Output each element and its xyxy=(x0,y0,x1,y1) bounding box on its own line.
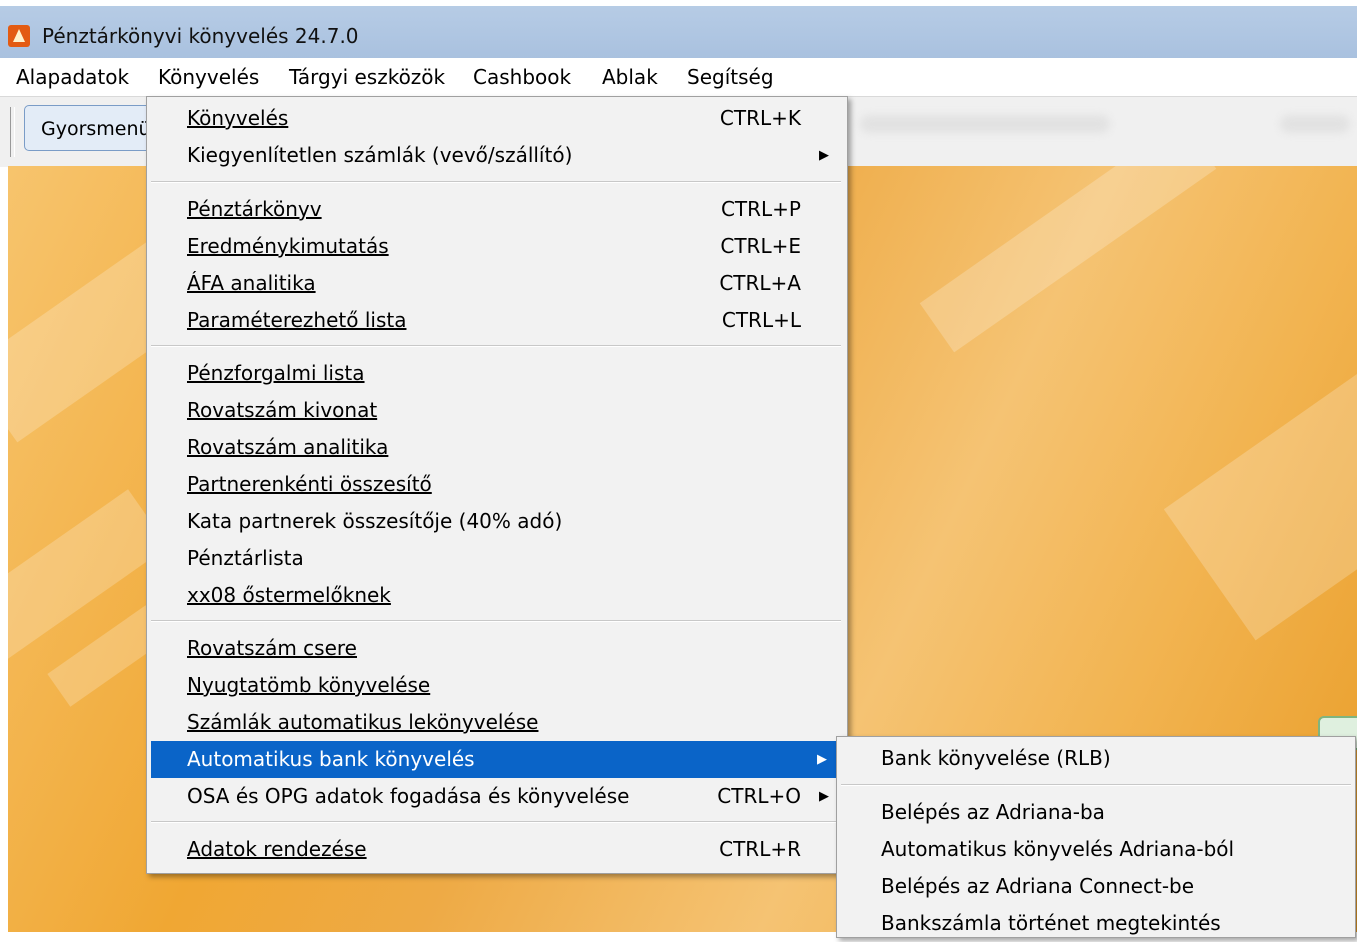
menu-alapadatok[interactable]: Alapadatok xyxy=(16,58,129,96)
menu-item-label: Rovatszám kivonat xyxy=(187,398,378,422)
menu-item-osa-opg[interactable]: OSA és OPG adatok fogadása és könyvelése… xyxy=(147,778,847,815)
toolbar-grip[interactable] xyxy=(10,107,15,157)
menu-separator xyxy=(151,181,841,183)
window-title: Pénztárkönyvi könyvelés 24.7.0 xyxy=(42,24,359,48)
menu-item-kiegyenlitetlen[interactable]: Kiegyenlítetlen számlák (vevő/szállító) ▶ xyxy=(147,137,847,174)
menu-konyveles[interactable]: Könyvelés xyxy=(158,58,259,96)
menu-item-automatikus-bank-konyveles[interactable]: Automatikus bank könyvelés ▶ xyxy=(151,741,841,778)
menu-item-konyveles[interactable]: Könyvelés CTRL+K xyxy=(147,100,847,137)
menu-item-label: Nyugtatömb könyvelése xyxy=(187,673,431,697)
menu-item-penztarlista[interactable]: Pénztárlista xyxy=(147,540,847,577)
shortcut-label: CTRL+R xyxy=(719,837,801,861)
menu-item-label: Partnerenkénti összesítő xyxy=(187,472,432,496)
submenu-arrow-icon: ▶ xyxy=(817,752,827,767)
menu-item-rovatszam-kivonat[interactable]: Rovatszám kivonat xyxy=(147,392,847,429)
menu-item-label: Belépés az Adriana Connect-be xyxy=(881,874,1195,898)
menu-item-label: Adatok rendezése xyxy=(187,837,367,861)
shortcut-label: CTRL+K xyxy=(719,106,801,130)
menu-item-label: Kiegyenlítetlen számlák (vevő/szállító) xyxy=(187,143,573,167)
menu-segitseg[interactable]: Segítség xyxy=(687,58,774,96)
menu-item-label: Rovatszám csere xyxy=(187,636,357,660)
shortcut-label: CTRL+L xyxy=(721,308,801,332)
toolbar-blurred-item xyxy=(860,115,1110,133)
background-decoration xyxy=(1163,371,1357,641)
menu-separator xyxy=(841,784,1351,786)
menu-item-penzforgalmi-lista[interactable]: Pénzforgalmi lista xyxy=(147,355,847,392)
menu-item-label: Pénztárkönyv xyxy=(187,197,322,221)
menu-bar: Alapadatok Könyvelés Tárgyi eszközök Cas… xyxy=(0,58,1357,96)
menu-item-label: Paraméterezhető lista xyxy=(187,308,407,332)
shortcut-label: CTRL+E xyxy=(720,234,801,258)
menu-item-label: Pénzforgalmi lista xyxy=(187,361,365,385)
menu-item-label: ÁFA analitika xyxy=(187,271,316,295)
app-logo-icon xyxy=(8,25,30,47)
menu-item-xx08-ostermeloknek[interactable]: xx08 őstermelőknek xyxy=(147,577,847,614)
menu-item-label: xx08 őstermelőknek xyxy=(187,583,391,607)
menu-item-label: Bank könyvelése (RLB) xyxy=(881,746,1111,770)
menu-item-label: Számlák automatikus lekönyvelése xyxy=(187,710,539,734)
menu-item-kata-partnerek[interactable]: Kata partnerek összesítője (40% adó) xyxy=(147,503,847,540)
background-decoration xyxy=(919,166,1217,353)
menu-item-label: Pénztárlista xyxy=(187,546,304,570)
quick-menu-button[interactable]: Gyorsmenü xyxy=(24,105,164,151)
shortcut-label: CTRL+O xyxy=(717,784,801,808)
title-bar: Pénztárkönyvi könyvelés 24.7.0 xyxy=(0,0,1357,58)
menu-item-bank-konyvelese-rlb[interactable]: Bank könyvelése (RLB) xyxy=(837,740,1355,777)
menu-item-belepes-adriana[interactable]: Belépés az Adriana-ba xyxy=(837,794,1355,831)
menu-separator xyxy=(151,620,841,622)
menu-item-label: Kata partnerek összesítője (40% adó) xyxy=(187,509,563,533)
toolbar-blurred-item xyxy=(1280,115,1350,133)
menu-item-parameterezheto-lista[interactable]: Paraméterezhető lista CTRL+L xyxy=(147,302,847,339)
menu-item-partnerenkenti-osszesito[interactable]: Partnerenkénti összesítő xyxy=(147,466,847,503)
menu-item-nyugtatomb-konyvelese[interactable]: Nyugtatömb könyvelése xyxy=(147,667,847,704)
menu-item-rovatszam-csere[interactable]: Rovatszám csere xyxy=(147,630,847,667)
konyveles-dropdown: Könyvelés CTRL+K Kiegyenlítetlen számlák … xyxy=(146,96,848,874)
submenu-arrow-icon: ▶ xyxy=(819,148,829,163)
menu-item-label: Automatikus bank könyvelés xyxy=(187,747,475,771)
menu-item-label: OSA és OPG adatok fogadása és könyvelése xyxy=(187,784,630,808)
menu-item-penztarkonyv[interactable]: Pénztárkönyv CTRL+P xyxy=(147,191,847,228)
menu-ablak[interactable]: Ablak xyxy=(602,58,658,96)
menu-item-afa-analitika[interactable]: ÁFA analitika CTRL+A xyxy=(147,265,847,302)
menu-item-rovatszam-analitika[interactable]: Rovatszám analitika xyxy=(147,429,847,466)
shortcut-label: CTRL+P xyxy=(720,197,801,221)
menu-item-adatok-rendezese[interactable]: Adatok rendezése CTRL+R xyxy=(147,831,847,868)
menu-item-label: Bankszámla történet megtekintés xyxy=(881,911,1221,935)
shortcut-label: CTRL+A xyxy=(719,271,801,295)
menu-item-label: Belépés az Adriana-ba xyxy=(881,800,1105,824)
menu-item-eredmenykimutatas[interactable]: Eredménykimutatás CTRL+E xyxy=(147,228,847,265)
menu-item-belepes-adriana-connect[interactable]: Belépés az Adriana Connect-be xyxy=(837,868,1355,905)
menu-item-label: Automatikus könyvelés Adriana-ból xyxy=(881,837,1235,861)
submenu-arrow-icon: ▶ xyxy=(819,789,829,804)
menu-item-automatikus-konyveles-adriana[interactable]: Automatikus könyvelés Adriana-ból xyxy=(837,831,1355,868)
menu-item-label: Könyvelés xyxy=(187,106,289,130)
menu-item-label: Eredménykimutatás xyxy=(187,234,389,258)
menu-separator xyxy=(151,345,841,347)
menu-targyi-eszkozok[interactable]: Tárgyi eszközök xyxy=(289,58,445,96)
menu-item-label: Rovatszám analitika xyxy=(187,435,389,459)
bank-submenu: Bank könyvelése (RLB) Belépés az Adriana… xyxy=(836,736,1356,938)
menu-separator xyxy=(151,821,841,823)
menu-item-bankszamla-tortenet[interactable]: Bankszámla történet megtekintés xyxy=(837,905,1355,942)
menu-cashbook[interactable]: Cashbook xyxy=(473,58,571,96)
menu-item-szamlak-automatikus[interactable]: Számlák automatikus lekönyvelése xyxy=(147,704,847,741)
